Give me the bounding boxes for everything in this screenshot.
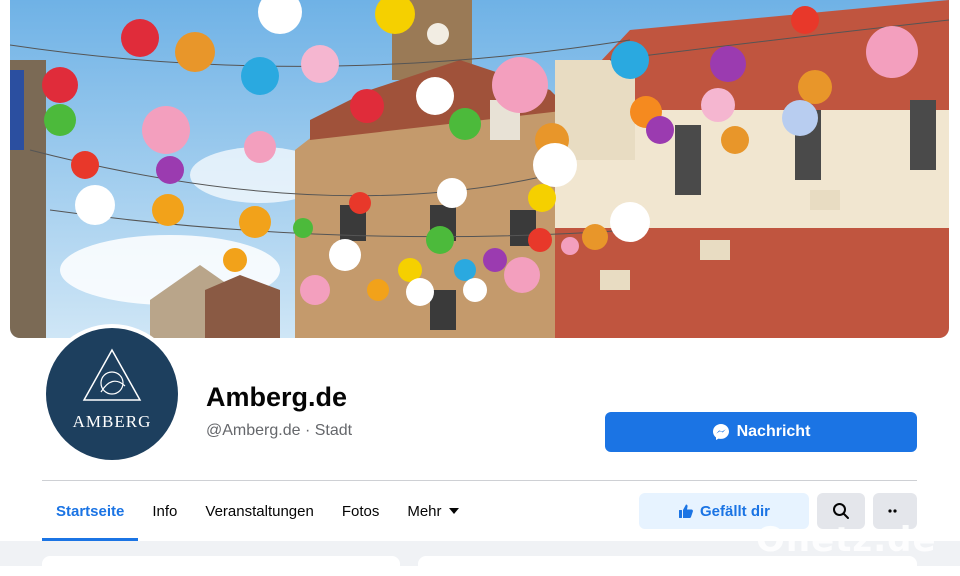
thumbs-up-icon <box>678 504 693 518</box>
left-card <box>42 556 400 576</box>
tab-label: Startseite <box>56 502 125 520</box>
tab-label: Mehr <box>407 502 442 520</box>
tab-fotos[interactable]: Fotos <box>328 481 394 541</box>
more-dots-icon <box>888 509 897 513</box>
profile-picture[interactable]: AMBERG <box>42 324 182 464</box>
caret-down-icon <box>448 508 459 514</box>
page-handle-category: @Amberg.de · Stadt <box>206 422 353 439</box>
tab-startseite[interactable]: Startseite <box>42 481 139 541</box>
page-tabs: Startseite Info Veranstaltungen Fotos Me… <box>42 481 473 541</box>
tab-label: Veranstaltungen <box>205 502 314 520</box>
amberg-crest-icon <box>82 348 142 401</box>
like-button-label: Gefällt dir <box>699 502 770 520</box>
search-icon <box>833 503 849 519</box>
tab-info[interactable]: Info <box>138 481 191 541</box>
messenger-icon <box>712 424 729 440</box>
tab-label: Fotos <box>341 502 380 520</box>
message-button[interactable]: Nachricht <box>605 412 917 452</box>
tab-veranstaltungen[interactable]: Veranstaltungen <box>191 481 327 541</box>
cover-photo[interactable] <box>10 0 949 338</box>
page-title: Amberg.de <box>206 382 348 412</box>
amberg-logo: AMBERG <box>46 328 178 460</box>
message-button-label: Nachricht <box>736 423 811 440</box>
tab-label: Info <box>152 502 178 520</box>
avatar-text: AMBERG <box>72 412 152 431</box>
tab-mehr[interactable]: Mehr <box>393 481 472 541</box>
watermark: Onetz.de <box>756 520 937 560</box>
